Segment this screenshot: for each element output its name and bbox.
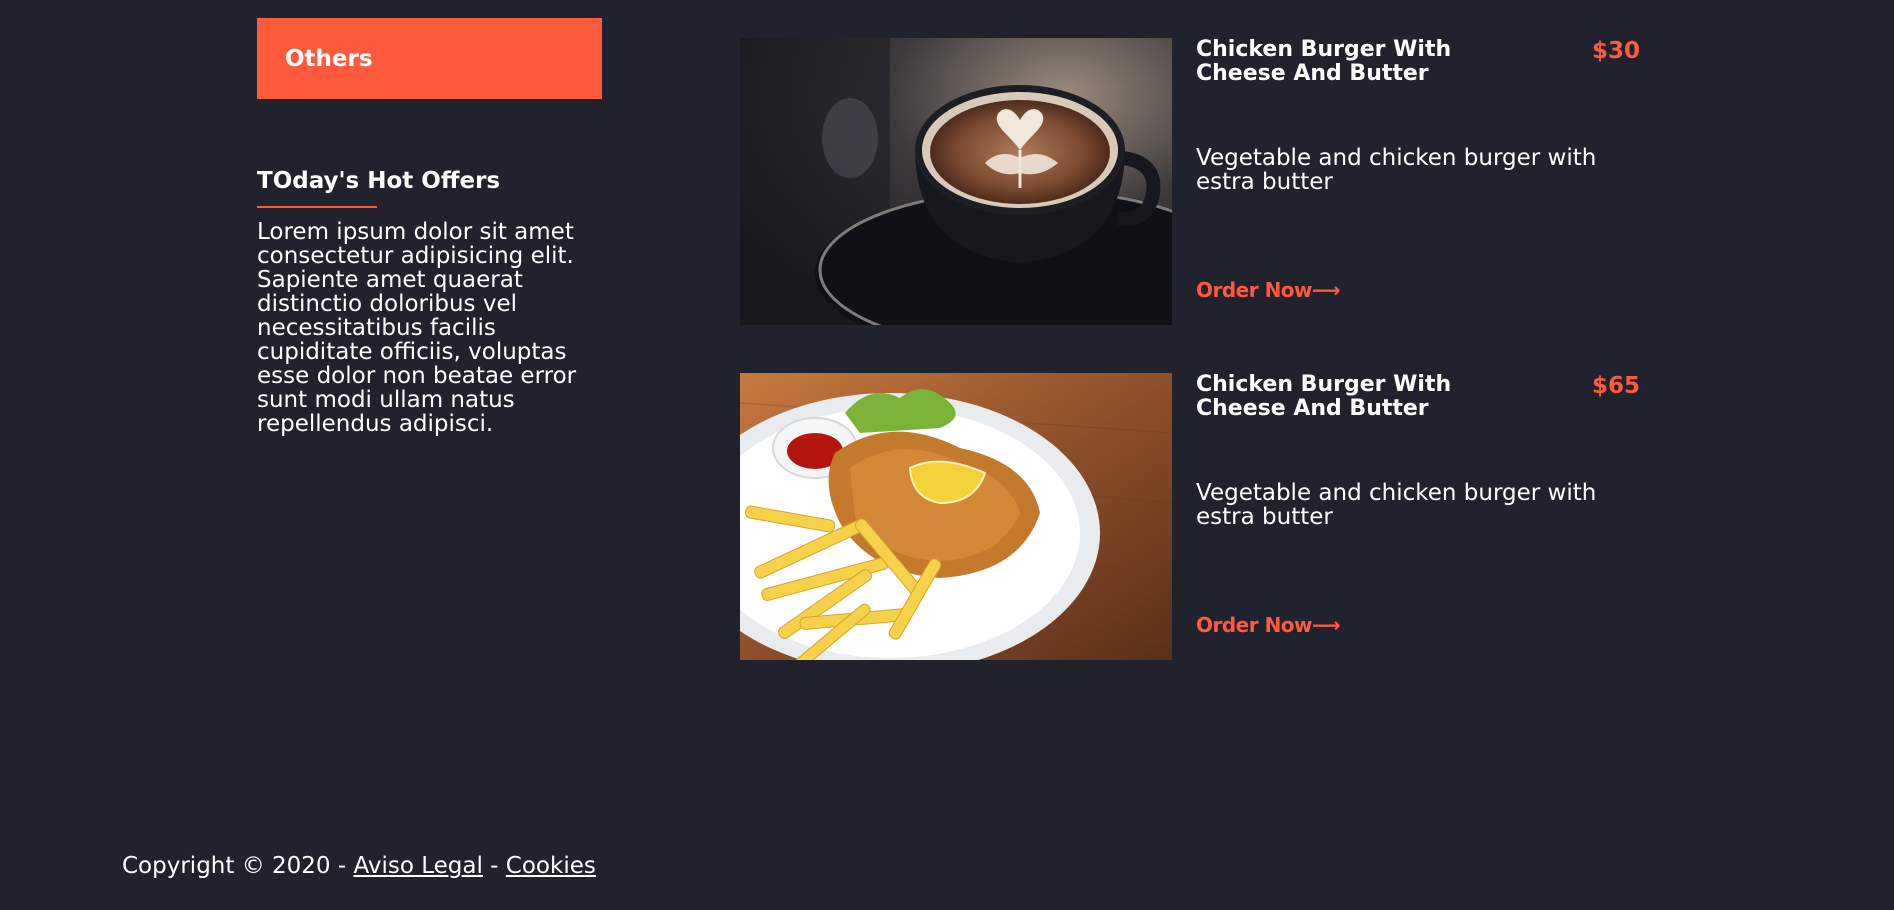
hot-offers-title: TOday's Hot Offers	[257, 168, 501, 194]
item-name: Chicken Burger With Cheese And Butter	[1196, 37, 1452, 86]
order-now-link[interactable]: Order Now⟶	[1196, 278, 1341, 302]
copyright-text: Copyright © 2020 -	[122, 853, 354, 879]
hot-offers-underline	[257, 206, 377, 208]
menu-item: Chicken Burger With Cheese And Butter $6…	[740, 373, 1640, 661]
latte-coffee-cup-photo	[740, 38, 1172, 325]
menu-item: Chicken Burger With Cheese And Butter $3…	[740, 38, 1640, 326]
order-now-link[interactable]: Order Now⟶	[1196, 613, 1341, 637]
item-price: $65	[1592, 373, 1641, 399]
hot-offers-text: Lorem ipsum dolor sit amet consectetur a…	[257, 219, 577, 437]
schnitzel-with-fries-photo	[740, 373, 1172, 660]
legal-link[interactable]: Aviso Legal	[353, 853, 482, 879]
category-tab-others[interactable]: Others	[257, 18, 602, 99]
page: Others TOday's Hot Offers Lorem ipsum do…	[0, 0, 1894, 910]
item-name: Chicken Burger With Cheese And Butter	[1196, 372, 1452, 421]
footer: Copyright © 2020 - Aviso Legal - Cookies	[122, 853, 596, 879]
footer-separator: -	[482, 853, 506, 879]
item-description: Vegetable and chicken burger with estra …	[1196, 480, 1597, 530]
category-tab-label: Others	[285, 45, 373, 72]
item-description: Vegetable and chicken burger with estra …	[1196, 145, 1597, 195]
cookies-link[interactable]: Cookies	[506, 853, 596, 879]
item-price: $30	[1592, 38, 1641, 64]
